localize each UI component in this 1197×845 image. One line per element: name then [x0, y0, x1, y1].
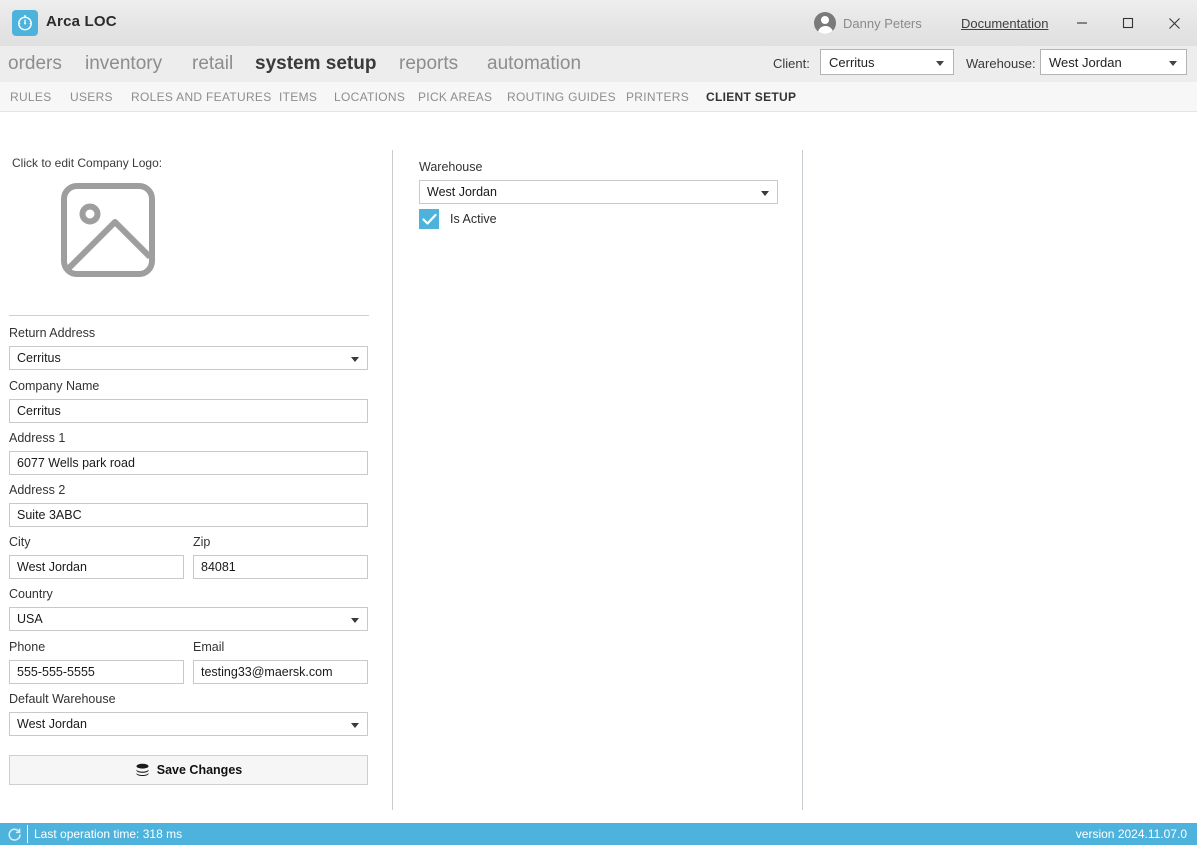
database-stack-icon	[136, 763, 149, 776]
content-area: Click to edit Company Logo: Return Addre…	[0, 112, 1197, 823]
field-value-company-name: Cerritus	[17, 404, 61, 418]
field-select-default-warehouse[interactable]: West Jordan	[9, 712, 368, 736]
client-selector-value: Cerritus	[829, 54, 875, 70]
minimize-button[interactable]	[1059, 0, 1105, 46]
field-input-company-name[interactable]: Cerritus	[9, 399, 368, 423]
field-label-email: Email	[193, 640, 225, 654]
field-label-company-name: Company Name	[9, 379, 100, 393]
main-nav-item-reports[interactable]: reports	[399, 46, 458, 82]
warehouse-selector-label: Warehouse:	[966, 56, 1036, 71]
field-select-return-address[interactable]: Cerritus	[9, 346, 368, 370]
field-value-phone: 555-555-5555	[17, 665, 95, 679]
main-nav-item-retail[interactable]: retail	[192, 46, 233, 82]
chevron-down-icon	[936, 61, 944, 66]
main-nav-item-system-setup[interactable]: system setup	[255, 46, 376, 82]
sub-nav-item-printers[interactable]: PRINTERS	[626, 82, 689, 111]
sub-nav-item-items[interactable]: ITEMS	[279, 82, 317, 111]
warehouse-field-select[interactable]: West Jordan	[419, 180, 778, 204]
logo-caption: Click to edit Company Logo:	[12, 156, 163, 170]
field-value-city: West Jordan	[17, 560, 87, 574]
field-value-zip: 84081	[201, 560, 236, 574]
status-text: Last operation time: 318 ms	[34, 827, 183, 841]
warehouse-selector[interactable]: West Jordan	[1040, 49, 1187, 75]
section-separator	[9, 315, 369, 316]
app-logo-icon	[12, 10, 38, 36]
chevron-down-icon	[351, 723, 359, 728]
field-value-address-1: 6077 Wells park road	[17, 456, 135, 470]
avatar-body	[817, 26, 833, 34]
field-label-return-address: Return Address	[9, 326, 96, 340]
company-logo-upload[interactable]	[60, 182, 156, 283]
is-active-label: Is Active	[450, 212, 497, 226]
refresh-icon[interactable]	[7, 827, 22, 842]
field-label-phone: Phone	[9, 640, 46, 654]
field-label-address-1: Address 1	[9, 431, 66, 445]
avatar[interactable]	[814, 12, 836, 34]
main-nav-item-automation[interactable]: automation	[487, 46, 581, 82]
sub-nav-item-routing-guides[interactable]: ROUTING GUIDES	[507, 82, 616, 111]
sub-nav-item-client-setup[interactable]: CLIENT SETUP	[706, 82, 796, 111]
chevron-down-icon	[351, 357, 359, 362]
panel-divider-right	[802, 150, 803, 810]
status-bar: Last operation time: 318 ms version 2024…	[0, 823, 1197, 845]
user-name: Danny Peters	[843, 16, 922, 31]
app-title: Arca LOC	[46, 13, 117, 30]
sub-nav-item-users[interactable]: USERS	[70, 82, 113, 111]
field-input-city[interactable]: West Jordan	[9, 555, 184, 579]
maximize-button[interactable]	[1105, 0, 1151, 46]
title-bar: Arca LOC Danny Peters Documentation	[0, 0, 1197, 46]
is-active-checkbox[interactable]	[419, 209, 439, 229]
field-value-address-2: Suite 3ABC	[17, 508, 82, 522]
chevron-down-icon	[1169, 61, 1177, 66]
warehouse-selector-value: West Jordan	[1049, 54, 1122, 70]
chevron-down-icon	[351, 618, 359, 623]
panel-divider-left	[392, 150, 393, 810]
field-input-address-2[interactable]: Suite 3ABC	[9, 503, 368, 527]
field-value-country: USA	[17, 612, 43, 626]
compass-timer-icon	[18, 15, 32, 31]
check-icon	[421, 213, 437, 225]
minimize-icon	[1077, 22, 1087, 24]
save-changes-button[interactable]: Save Changes	[9, 755, 368, 785]
field-input-zip[interactable]: 84081	[193, 555, 368, 579]
maximize-icon	[1122, 17, 1134, 29]
status-separator	[27, 825, 28, 843]
field-value-return-address: Cerritus	[17, 351, 61, 365]
client-selector[interactable]: Cerritus	[820, 49, 954, 75]
sub-nav-item-roles-and-features[interactable]: ROLES AND FEATURES	[131, 82, 272, 111]
field-label-address-2: Address 2	[9, 483, 66, 497]
sub-navigation: RULES USERS ROLES AND FEATURES ITEMS LOCATIO…	[0, 82, 1197, 112]
field-label-country: Country	[9, 587, 53, 601]
close-icon	[1168, 17, 1180, 29]
field-input-email[interactable]: testing33@maersk.com	[193, 660, 368, 684]
field-input-phone[interactable]: 555-555-5555	[9, 660, 184, 684]
field-value-default-warehouse: West Jordan	[17, 717, 87, 731]
sub-nav-item-pick-areas[interactable]: PICK AREAS	[418, 82, 492, 111]
documentation-link[interactable]: Documentation	[961, 16, 1048, 31]
main-nav-item-inventory[interactable]: inventory	[85, 46, 162, 82]
warehouse-field-label: Warehouse	[419, 160, 483, 174]
sub-nav-item-locations[interactable]: LOCATIONS	[334, 82, 405, 111]
sub-nav-item-rules[interactable]: RULES	[10, 82, 52, 111]
field-label-default-warehouse: Default Warehouse	[9, 692, 116, 706]
save-changes-label: Save Changes	[156, 763, 243, 777]
main-nav-item-orders[interactable]: orders	[8, 46, 62, 82]
avatar-head	[821, 16, 829, 24]
warehouse-field-value: West Jordan	[427, 185, 497, 199]
field-label-city: City	[9, 535, 31, 549]
version-text: version 2024.11.07.0	[1075, 827, 1187, 841]
image-placeholder-icon	[61, 183, 155, 277]
field-value-email: testing33@maersk.com	[201, 665, 333, 679]
close-button[interactable]	[1151, 0, 1197, 46]
chevron-down-icon	[761, 191, 769, 196]
field-label-zip: Zip	[193, 535, 211, 549]
field-input-address-1[interactable]: 6077 Wells park road	[9, 451, 368, 475]
client-selector-label: Client:	[773, 56, 810, 71]
is-active-row: Is Active	[419, 209, 497, 229]
field-select-country[interactable]: USA	[9, 607, 368, 631]
